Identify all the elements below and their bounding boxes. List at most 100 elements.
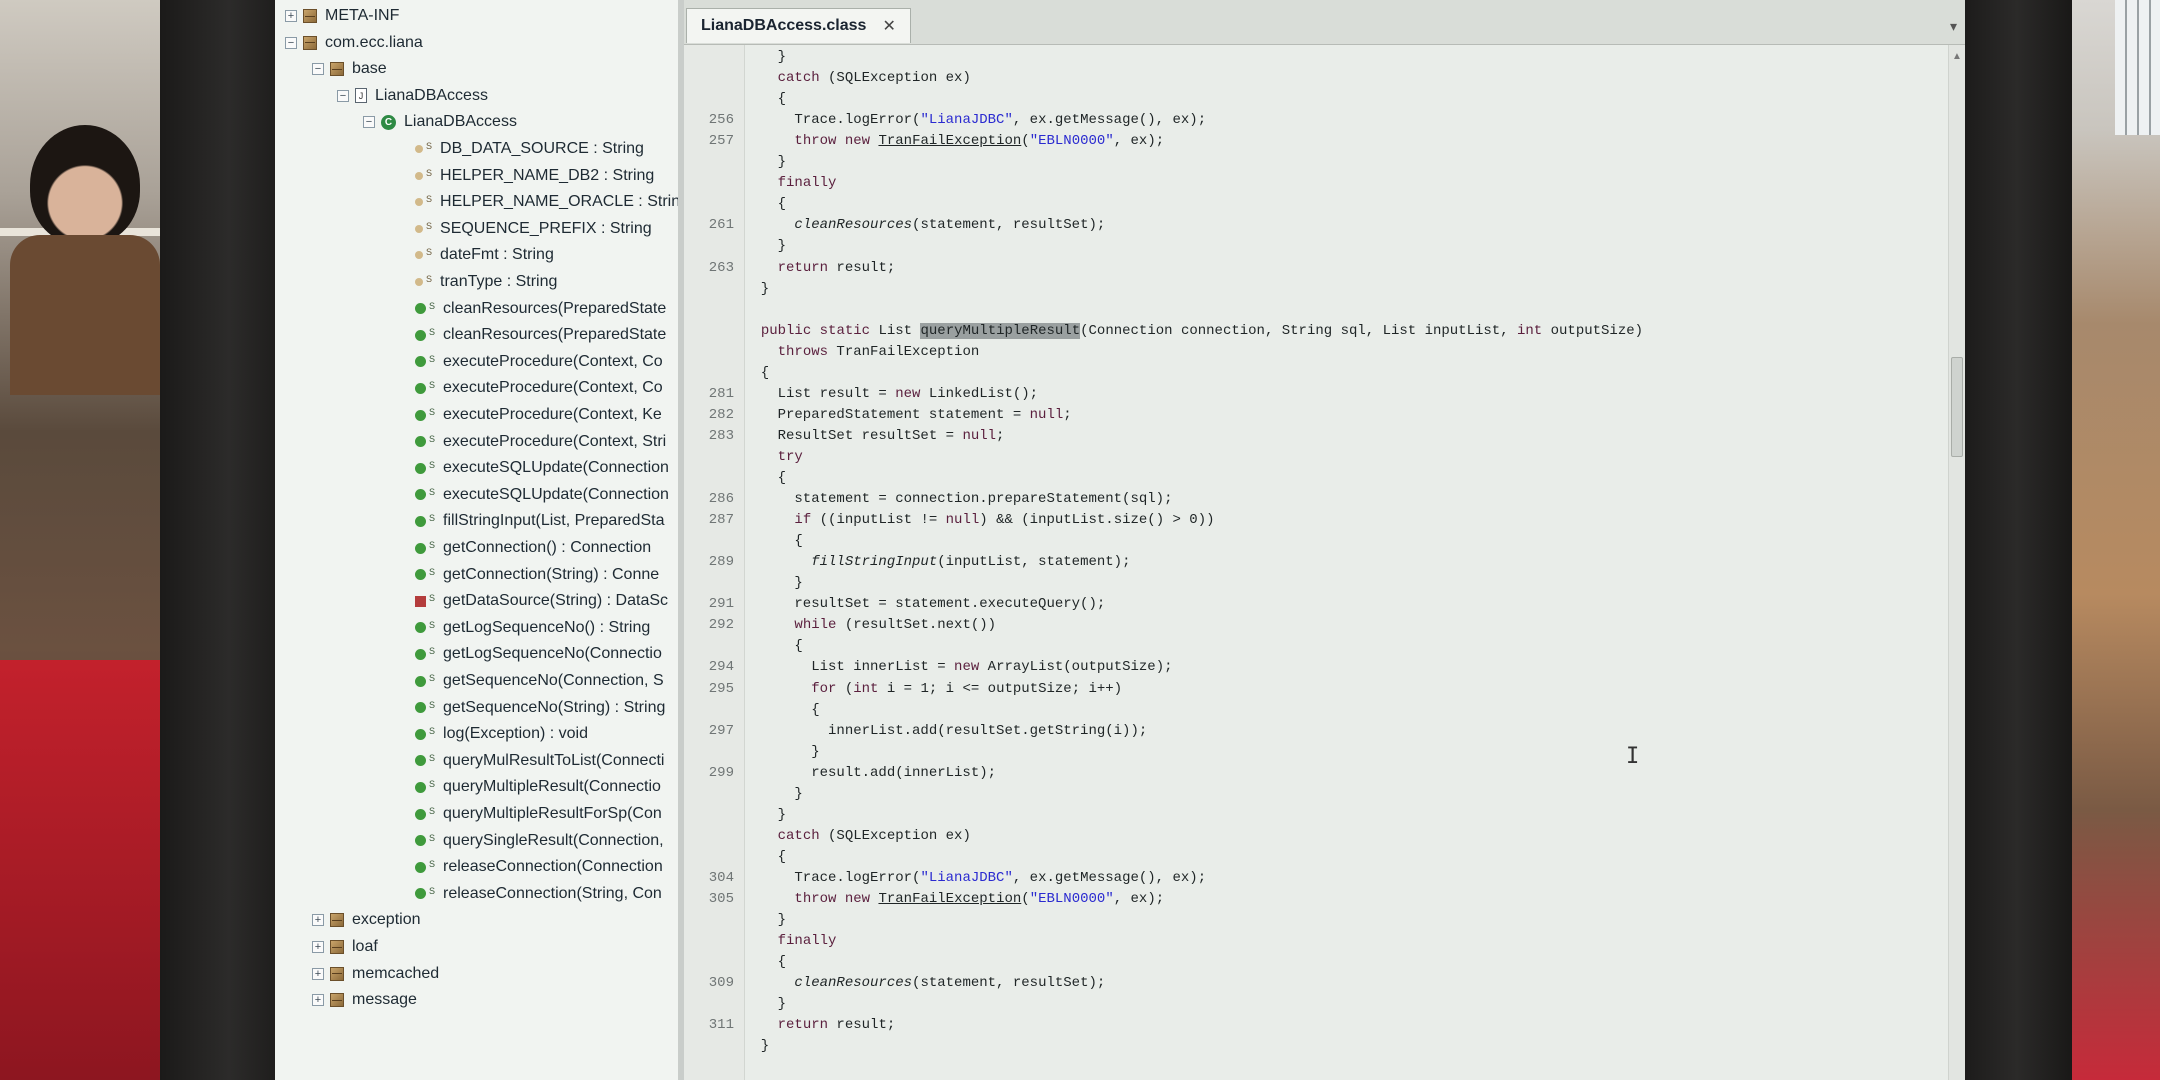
- scroll-up-arrow-icon[interactable]: ▲: [1952, 51, 1962, 62]
- tree-item[interactable]: SexecuteSQLUpdate(Connection: [415, 482, 669, 508]
- tree-item[interactable]: SqueryMultipleResult(Connectio: [415, 774, 661, 800]
- code-line: {: [744, 848, 787, 865]
- tree-item[interactable]: + exception: [312, 907, 421, 933]
- line-number: 281: [708, 385, 734, 402]
- tree-item[interactable]: S HELPER_NAME_ORACLE : Strin: [415, 189, 678, 215]
- line-number: 305: [708, 891, 734, 907]
- tree-item[interactable]: SexecuteSQLUpdate(Connection: [415, 455, 669, 481]
- public-method-icon: [415, 728, 426, 740]
- tree-item[interactable]: S SEQUENCE_PREFIX : String: [415, 216, 652, 242]
- tree-item-label: executeProcedure(Context, Stri: [443, 432, 667, 450]
- tree-item[interactable]: StranType : String: [415, 269, 557, 295]
- expand-icon[interactable]: +: [312, 941, 324, 953]
- tree-item[interactable]: Slog(Exception) : void: [415, 721, 588, 747]
- tree-item[interactable]: SfillStringInput(List, PreparedSta: [415, 508, 664, 534]
- static-field-icon: [415, 145, 423, 153]
- tree-item-label: executeSQLUpdate(Connection: [443, 485, 669, 503]
- editor-tab-bar: LianaDBAccess.class ✕ ▾: [684, 0, 1965, 45]
- tree-item-label: executeProcedure(Context, Ke: [443, 406, 662, 423]
- tree-item-label: dateFmt : String: [440, 246, 554, 264]
- collapse-icon[interactable]: −: [363, 116, 375, 129]
- tree-item[interactable]: ScleanResources(PreparedState: [415, 296, 666, 322]
- collapse-icon[interactable]: −: [337, 89, 349, 102]
- tree-item[interactable]: + message: [312, 987, 417, 1013]
- tree-item[interactable]: SgetConnection() : Connection: [415, 535, 651, 561]
- tree-item[interactable]: SexecuteProcedure(Context, Co: [415, 349, 663, 375]
- close-icon[interactable]: ✕: [882, 16, 895, 36]
- tab-lianadbaccess-class[interactable]: LianaDBAccess.class ✕: [686, 8, 911, 43]
- code-area[interactable]: } catch (SQLException ex) { Trace.logErr…: [744, 45, 1924, 1080]
- monitor-bezel-left: [160, 0, 275, 1080]
- static-field-icon: [415, 224, 423, 233]
- tree-item[interactable]: SreleaseConnection(String, Con: [415, 881, 662, 907]
- code-line: throw new TranFailException("EBLN0000", …: [794, 133, 1165, 150]
- public-method-icon: [415, 409, 426, 421]
- public-method-icon: [415, 303, 426, 315]
- line-number: 297: [708, 722, 734, 739]
- tree-item[interactable]: S DB_DATA_SOURCE : String: [415, 136, 644, 162]
- tree-item[interactable]: SgetSequenceNo(String) : String: [415, 695, 665, 721]
- tree-item[interactable]: SreleaseConnection(Connection: [415, 854, 663, 880]
- tree-item[interactable]: ScleanResources(PreparedState: [415, 322, 666, 348]
- static-modifier-icon: S: [426, 141, 433, 151]
- tree-item-label: getConnection() : Connection: [443, 539, 652, 556]
- tree-item[interactable]: − C LianaDBAccess: [363, 109, 517, 135]
- static-modifier-icon: S: [429, 460, 436, 471]
- collapse-icon[interactable]: −: [312, 63, 324, 76]
- line-number: 292: [708, 617, 734, 634]
- code-line: finally: [777, 175, 837, 192]
- tree-item[interactable]: + loaf: [312, 934, 378, 960]
- static-modifier-icon: S: [426, 220, 433, 231]
- tree-item-label: getDataSource(String) : DataSc: [443, 592, 669, 610]
- code-editor: LianaDBAccess.class ✕ ▾ 256 257 261 263 281 2…: [684, 0, 1965, 1080]
- tree-item-label: exception: [352, 911, 421, 929]
- tree-item[interactable]: + memcached: [312, 961, 439, 987]
- code-line: }: [744, 575, 803, 592]
- package-icon: [303, 9, 317, 23]
- tree-item[interactable]: SgetSequenceNo(Connection, S: [415, 668, 664, 694]
- line-number: 283: [708, 427, 734, 444]
- tab-list-menu-icon[interactable]: ▾: [1950, 18, 1957, 35]
- code-line: catch (SQLException ex): [777, 827, 971, 844]
- static-modifier-icon: S: [426, 247, 433, 258]
- tree-item[interactable]: − base: [312, 56, 387, 82]
- tree-item[interactable]: − com.ecc.liana: [285, 30, 423, 56]
- public-method-icon: [415, 702, 426, 714]
- line-number: 289: [708, 554, 734, 571]
- tree-item-label: queryMultipleResultForSp(Con: [443, 805, 662, 822]
- public-method-icon: [415, 861, 426, 873]
- package-icon: [330, 940, 344, 954]
- tree-item[interactable]: − J LianaDBAccess: [337, 83, 488, 109]
- tree-item-label: HELPER_NAME_DB2 : String: [440, 166, 655, 184]
- code-line: Trace.logError("LianaJDBC", ex.getMessag…: [744, 112, 1207, 129]
- tree-item[interactable]: S HELPER_NAME_DB2 : String: [415, 163, 654, 189]
- expand-icon[interactable]: +: [312, 914, 324, 927]
- line-number: 295: [708, 680, 734, 697]
- tree-item[interactable]: SgetDataSource(String) : DataSc: [415, 588, 668, 614]
- tree-item[interactable]: SexecuteProcedure(Context, Ke: [415, 402, 662, 428]
- code-line: finally: [777, 933, 837, 950]
- tree-item[interactable]: SquerySingleResult(Connection,: [415, 828, 664, 854]
- vertical-scrollbar[interactable]: ▲: [1948, 45, 1965, 1080]
- tree-item[interactable]: SexecuteProcedure(Context, Stri: [415, 429, 666, 455]
- tree-item[interactable]: SgetLogSequenceNo() : String: [415, 615, 650, 641]
- tree-item[interactable]: SqueryMulResultToList(Connecti: [415, 748, 664, 774]
- tree-item[interactable]: SqueryMultipleResultForSp(Con: [415, 801, 662, 827]
- background-person-body: [10, 235, 160, 395]
- expand-icon[interactable]: +: [312, 967, 324, 980]
- code-line: innerList.add(resultSet.getString(i));: [744, 722, 1148, 739]
- tree-item[interactable]: SexecuteProcedure(Context, Co: [415, 375, 663, 401]
- static-modifier-icon: S: [429, 673, 436, 683]
- tree-item-label: cleanResources(PreparedState: [443, 326, 667, 344]
- expand-icon[interactable]: +: [285, 10, 297, 22]
- expand-icon[interactable]: +: [312, 994, 324, 1007]
- tree-item[interactable]: SgetConnection(String) : Conne: [415, 562, 659, 588]
- class-icon: C: [381, 114, 396, 130]
- tree-item[interactable]: SdateFmt : String: [415, 242, 554, 268]
- tree-item[interactable]: + META-INF: [285, 3, 399, 29]
- code-line: List innerList = new ArrayList(outputSiz…: [744, 659, 1173, 676]
- tree-item[interactable]: SgetLogSequenceNo(Connectio: [415, 641, 662, 667]
- monitor-screen: + META-INF − com.ecc.liana − base − J LianaDBAcc…: [275, 0, 1965, 1080]
- scrollbar-thumb[interactable]: [1951, 357, 1963, 457]
- collapse-icon[interactable]: −: [285, 36, 297, 49]
